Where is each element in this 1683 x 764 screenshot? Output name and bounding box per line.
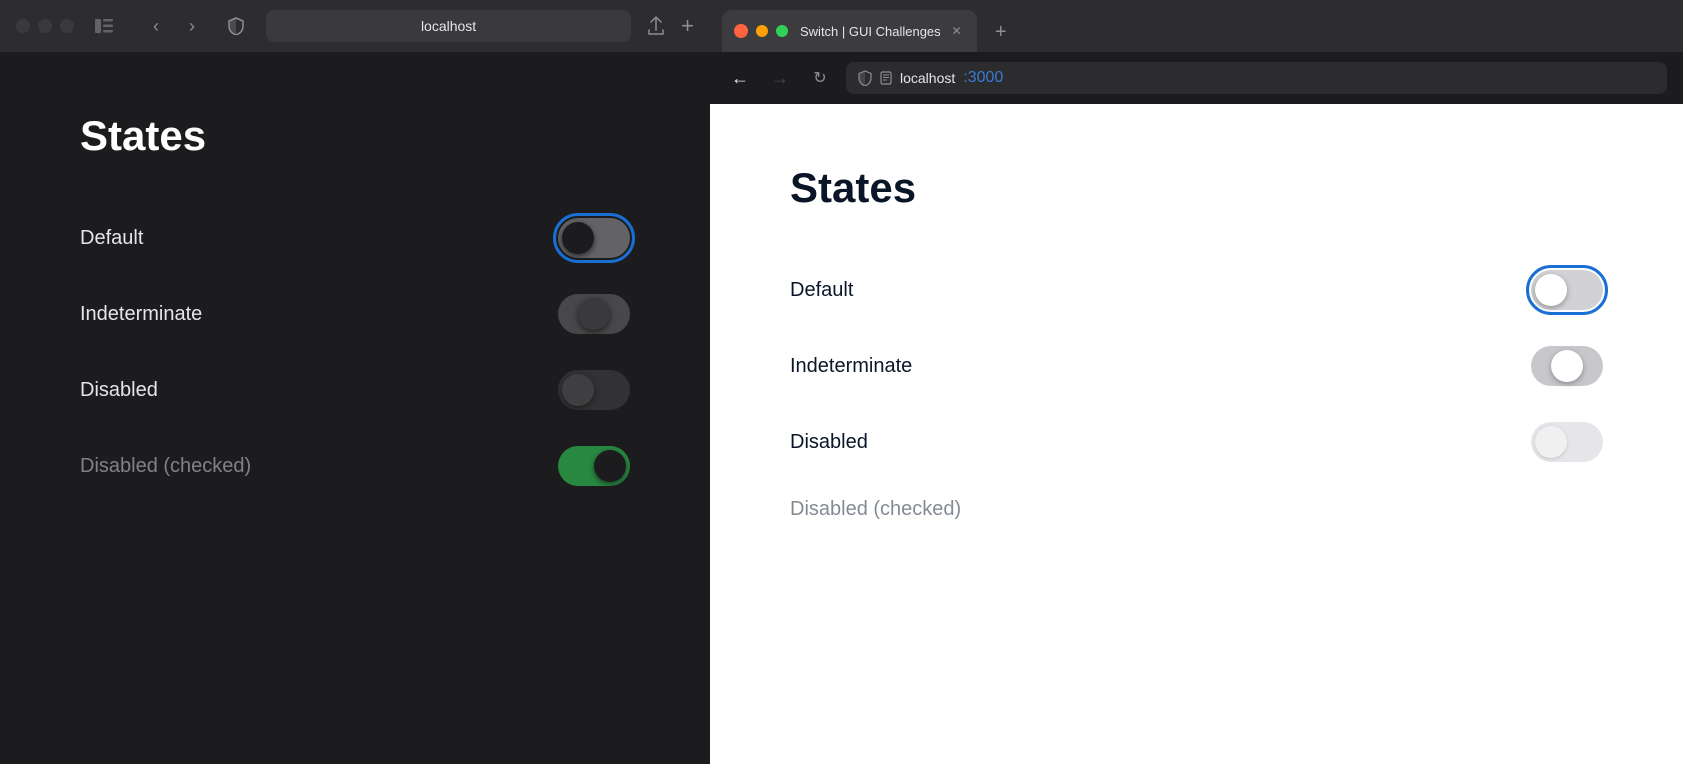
address-bar-right[interactable]: localhost :3000 (846, 62, 1667, 94)
traffic-light-maximize[interactable] (60, 19, 74, 33)
address-shield-icon (858, 70, 872, 86)
active-tab[interactable]: Switch | GUI Challenges ✕ (722, 10, 977, 52)
new-tab-icon[interactable]: + (681, 13, 694, 39)
nav-bar-right: ← → ↻ localhost :3000 (710, 52, 1683, 104)
switch-row-disabled-dark: Disabled (80, 352, 630, 428)
switch-row-disabled-checked-light: Disabled (checked) (790, 480, 1603, 539)
toggle-disabled-checked-dark[interactable] (558, 446, 630, 486)
switch-label-default-dark: Default (80, 227, 143, 250)
new-tab-button[interactable]: + (985, 16, 1017, 48)
toggle-knob-disabled-dark (562, 374, 594, 406)
browser-actions: + (647, 13, 694, 39)
toggle-knob-default-light (1535, 274, 1567, 306)
back-button-right[interactable]: ← (726, 64, 754, 92)
switch-label-indeterminate-light: Indeterminate (790, 355, 912, 378)
switch-row-default-dark: Default (80, 200, 630, 276)
address-host: localhost (900, 70, 955, 86)
switch-row-disabled-checked-dark: Disabled (checked) (80, 428, 630, 504)
toggle-indeterminate-dark[interactable] (558, 294, 630, 334)
switch-label-disabled-dark: Disabled (80, 379, 158, 402)
tab-favicon-green (776, 25, 788, 37)
tab-close-button[interactable]: ✕ (949, 23, 965, 39)
address-doc-icon (880, 71, 892, 85)
page-content-right: States Default Indeterminate Disabled Di… (710, 104, 1683, 764)
shield-icon (222, 12, 250, 40)
share-icon[interactable] (647, 16, 665, 36)
address-text-left: localhost (421, 18, 476, 34)
refresh-button-right[interactable]: ↻ (806, 64, 834, 92)
back-button[interactable]: ‹ (142, 12, 170, 40)
toggle-disabled-dark[interactable] (558, 370, 630, 410)
toggle-knob-disabled-checked-dark (594, 450, 626, 482)
traffic-lights (16, 19, 74, 33)
toggle-default-light[interactable] (1531, 270, 1603, 310)
switch-row-indeterminate-light: Indeterminate (790, 328, 1603, 404)
switch-label-default-light: Default (790, 279, 853, 302)
forward-button[interactable]: › (178, 12, 206, 40)
sidebar-toggle-icon[interactable] (90, 12, 118, 40)
switch-row-indeterminate-dark: Indeterminate (80, 276, 630, 352)
tab-favicon (734, 24, 748, 38)
nav-buttons: ‹ › (142, 12, 206, 40)
tab-title: Switch | GUI Challenges (800, 24, 941, 39)
switch-label-indeterminate-dark: Indeterminate (80, 303, 202, 326)
address-bar-left[interactable]: localhost (266, 10, 631, 42)
switch-label-disabled-checked-dark: Disabled (checked) (80, 455, 251, 478)
switch-row-default-light: Default (790, 252, 1603, 328)
toggle-disabled-light (1531, 422, 1603, 462)
left-page-content: States Default Indeterminate Disabled Di… (0, 52, 710, 764)
switch-row-disabled-light: Disabled (790, 404, 1603, 480)
section-title-dark: States (80, 112, 630, 160)
left-browser-window: ‹ › localhost + States Default (0, 0, 710, 764)
browser-popup: Switch | GUI Challenges ✕ + ← → ↻ (710, 0, 1683, 764)
switch-label-disabled-light: Disabled (790, 431, 868, 454)
toggle-knob-indeterminate-light (1551, 350, 1583, 382)
browser-chrome-top: ‹ › localhost + (0, 0, 710, 52)
switch-label-disabled-checked-light: Disabled (checked) (790, 498, 961, 521)
tab-bar: Switch | GUI Challenges ✕ + (710, 0, 1683, 52)
section-title-light: States (790, 164, 1603, 212)
tab-favicon-orange (756, 25, 768, 37)
toggle-indeterminate-light[interactable] (1531, 346, 1603, 386)
forward-button-right: → (766, 64, 794, 92)
toggle-knob-disabled-light (1535, 426, 1567, 458)
toggle-knob-default-dark (562, 222, 594, 254)
toggle-default-dark[interactable] (558, 218, 630, 258)
traffic-light-minimize[interactable] (38, 19, 52, 33)
traffic-light-close[interactable] (16, 19, 30, 33)
toggle-knob-indeterminate-dark (578, 298, 610, 330)
address-port: :3000 (963, 69, 1003, 87)
